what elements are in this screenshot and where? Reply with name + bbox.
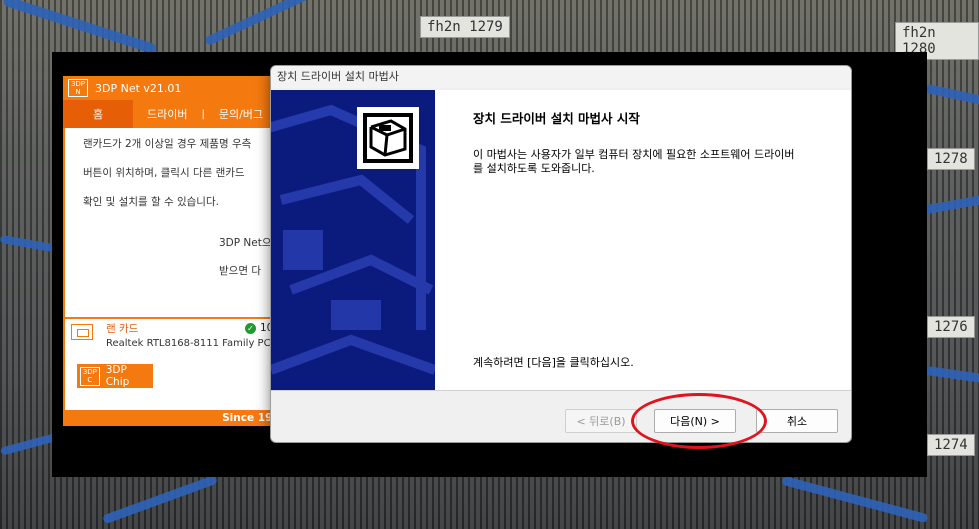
- wizard-title: 장치 드라이버 설치 마법사: [271, 66, 851, 88]
- lan-card-icon: [71, 324, 93, 340]
- hardware-install-icon: [357, 107, 419, 169]
- check-icon: ✓: [245, 322, 256, 334]
- network-cable: [2, 0, 158, 55]
- tab-home[interactable]: 홈: [63, 100, 133, 128]
- rack-label: fh2n 1279: [420, 16, 510, 38]
- info-text-line: 버튼이 위치하며, 클릭시 다른 랜카드: [83, 167, 245, 179]
- wizard-description: 이 마법사는 사용자가 일부 컴퓨터 장치에 필요한 소프트웨어 드라이버를 설…: [473, 148, 795, 175]
- rack-label: 1278: [927, 148, 975, 170]
- rack-label: 1276: [927, 316, 975, 338]
- tab-driver[interactable]: 드라이버: [133, 100, 201, 128]
- network-cable: [924, 83, 979, 106]
- rack-label: 1274: [927, 434, 975, 456]
- wizard-heading: 장치 드라이버 설치 마법사 시작: [473, 111, 640, 126]
- title-bar: 3DP N 3DP Net v21.01: [63, 76, 293, 100]
- 3dp-net-window: 3DP N 3DP Net v21.01 홈 드라이버 | 문의/버그 랜카드가…: [63, 76, 293, 426]
- network-cable: [924, 365, 979, 384]
- network-cable: [924, 194, 979, 215]
- note-text-line: 3DP Net으: [219, 237, 272, 249]
- tab-bar: 홈 드라이버 | 문의/버그: [63, 100, 293, 128]
- tab-inquiry[interactable]: 문의/버그: [205, 100, 277, 128]
- 3dp-chip-logo-icon: 3DP C: [80, 366, 100, 386]
- network-cable: [102, 474, 218, 525]
- cancel-button[interactable]: 취소: [756, 409, 838, 433]
- info-text-line: 확인 및 설치를 할 수 있습니다.: [83, 196, 219, 208]
- wizard-banner: [271, 90, 435, 390]
- next-button[interactable]: 다음(N) >: [654, 409, 736, 433]
- wizard-content: 장치 드라이버 설치 마법사 시작 이 마법사는 사용자가 일부 컴퓨터 장치에…: [271, 90, 851, 390]
- button-bar-separator: [271, 390, 851, 391]
- home-panel: 랜카드가 2개 이상일 경우 제품명 우측 버튼이 위치하며, 클릭시 다른 랜…: [63, 128, 293, 414]
- lan-device-name: Realtek RTL8168-8111 Family PCI-: [106, 338, 278, 349]
- network-cable: [204, 0, 326, 47]
- note-text-line: 받으면 다: [219, 265, 261, 277]
- network-cable: [0, 432, 61, 456]
- back-button[interactable]: < 뒤로(B): [565, 409, 637, 433]
- 3dp-chip-button[interactable]: 3DP C 3DP Chip: [77, 364, 153, 388]
- app-title: 3DP Net v21.01: [95, 81, 182, 95]
- wizard-continue-hint: 계속하려면 [다음]을 클릭하십시오.: [473, 356, 634, 369]
- info-text-line: 랜카드가 2개 이상일 경우 제품명 우측: [83, 138, 252, 150]
- network-cable: [781, 475, 929, 524]
- lan-section-title: 랜 카드: [106, 323, 139, 335]
- footer-banner: Since 1999: [63, 410, 293, 426]
- 3dp-logo-icon: 3DP N: [68, 79, 88, 97]
- 3dp-chip-label: 3DP Chip: [105, 364, 130, 388]
- driver-install-wizard: 장치 드라이버 설치 마법사 장치 드라이버 설치 마법사 시작 이 마법사는 …: [270, 65, 852, 443]
- section-divider: [65, 317, 291, 319]
